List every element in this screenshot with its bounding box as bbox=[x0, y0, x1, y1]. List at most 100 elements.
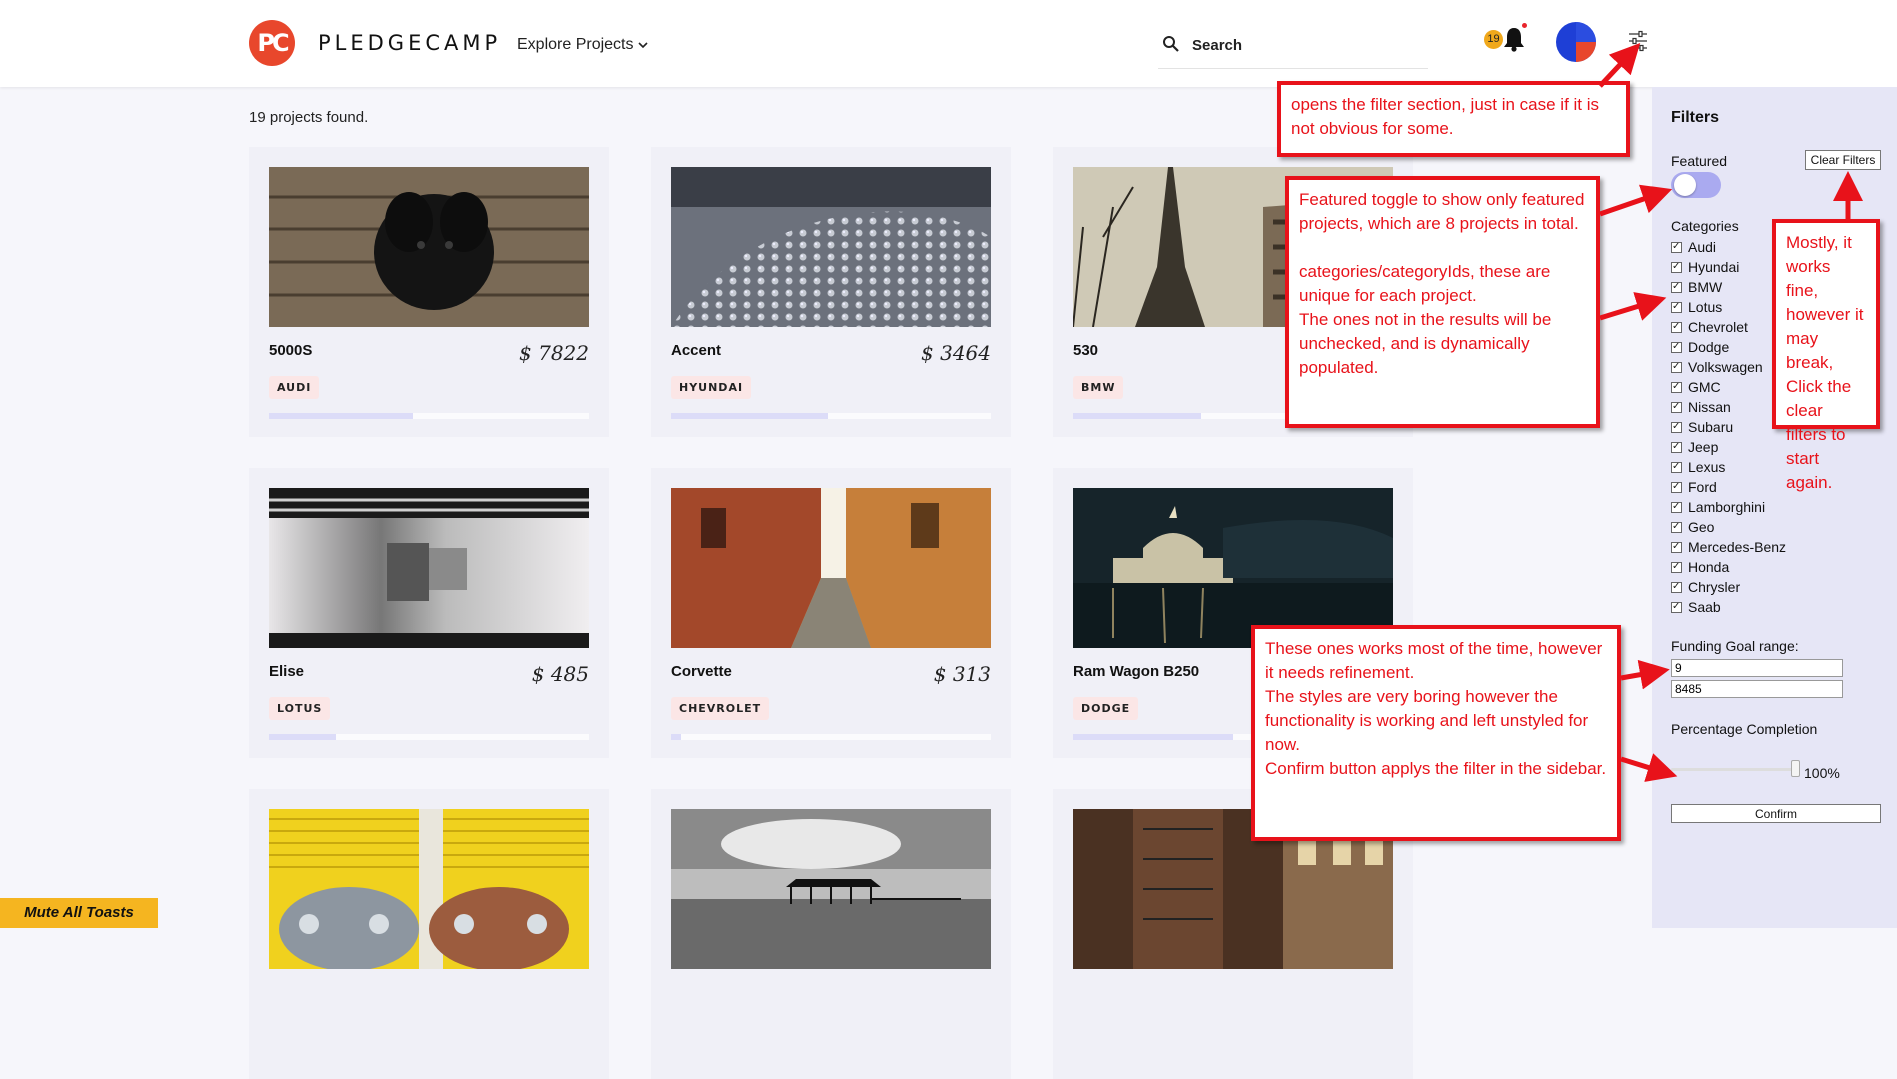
checkbox[interactable] bbox=[1671, 480, 1682, 494]
checkbox[interactable] bbox=[1671, 440, 1682, 454]
featured-label: Featured bbox=[1671, 153, 1728, 169]
category-label: Jeep bbox=[1688, 439, 1719, 455]
category-option[interactable]: Dodge bbox=[1671, 337, 1786, 357]
project-image bbox=[671, 167, 991, 327]
percentage-completion-label: Percentage Completion bbox=[1671, 721, 1818, 737]
annotation-text: Mostly, it works fine, however it may br… bbox=[1786, 233, 1864, 492]
project-name[interactable]: 530 bbox=[1073, 342, 1098, 359]
category-label: Hyundai bbox=[1688, 259, 1740, 275]
category-option[interactable]: Chrysler bbox=[1671, 577, 1786, 597]
category-label: Dodge bbox=[1688, 339, 1730, 355]
project-price: $ 7822 bbox=[519, 341, 589, 365]
project-name[interactable]: Corvette bbox=[671, 663, 732, 680]
progress-bar bbox=[671, 734, 991, 740]
category-option[interactable]: Honda bbox=[1671, 557, 1786, 577]
checkbox[interactable] bbox=[1671, 540, 1682, 554]
checkbox[interactable] bbox=[1671, 420, 1682, 434]
category-label: Volkswagen bbox=[1688, 359, 1763, 375]
project-card[interactable] bbox=[249, 789, 609, 1079]
pledgecamp-logo[interactable]: PC bbox=[249, 20, 295, 66]
categories-list: Audi Hyundai BMW Lotus Chevrolet Dodge V… bbox=[1671, 237, 1786, 617]
checkbox[interactable] bbox=[1671, 280, 1682, 294]
category-option[interactable]: Audi bbox=[1671, 237, 1786, 257]
checkbox[interactable] bbox=[1671, 320, 1682, 334]
progress-bar bbox=[671, 413, 991, 419]
funding-min-input[interactable] bbox=[1671, 659, 1843, 677]
notification-dot bbox=[1522, 23, 1527, 28]
category-option[interactable]: Mercedes-Benz bbox=[1671, 537, 1786, 557]
project-card[interactable]: Corvette $ 313 CHEVROLET bbox=[651, 468, 1011, 758]
notification-count-badge: 19 bbox=[1484, 30, 1503, 49]
filter-sliders-icon[interactable] bbox=[1627, 30, 1649, 52]
project-image bbox=[671, 809, 991, 969]
brand-name[interactable]: PLEDGECAMP bbox=[318, 31, 501, 55]
checkbox[interactable] bbox=[1671, 240, 1682, 254]
explore-projects-dropdown[interactable]: Explore Projects bbox=[517, 36, 648, 54]
funding-max-input[interactable] bbox=[1671, 680, 1843, 698]
category-option[interactable]: Lotus bbox=[1671, 297, 1786, 317]
featured-toggle[interactable] bbox=[1671, 172, 1721, 198]
category-option[interactable]: Volkswagen bbox=[1671, 357, 1786, 377]
project-name[interactable]: Accent bbox=[671, 342, 721, 359]
checkbox[interactable] bbox=[1671, 360, 1682, 374]
category-tag: BMW bbox=[1073, 376, 1124, 399]
progress-fill bbox=[671, 734, 681, 740]
checkbox[interactable] bbox=[1671, 300, 1682, 314]
annotation-text: Featured toggle to show only featured pr… bbox=[1299, 190, 1585, 377]
checkbox[interactable] bbox=[1671, 520, 1682, 534]
bell-icon[interactable] bbox=[1503, 26, 1525, 52]
project-image bbox=[269, 488, 589, 648]
category-label: BMW bbox=[1688, 279, 1723, 295]
category-option[interactable]: Jeep bbox=[1671, 437, 1786, 457]
checkbox[interactable] bbox=[1671, 340, 1682, 354]
checkbox[interactable] bbox=[1671, 500, 1682, 514]
confirm-button[interactable]: Confirm bbox=[1671, 804, 1881, 823]
category-option[interactable]: Saab bbox=[1671, 597, 1786, 617]
category-label: Lotus bbox=[1688, 299, 1723, 315]
mute-all-toasts-button[interactable]: Mute All Toasts bbox=[0, 898, 158, 928]
category-label: Saab bbox=[1688, 599, 1721, 615]
category-option[interactable]: Chevrolet bbox=[1671, 317, 1786, 337]
search-box[interactable] bbox=[1158, 30, 1428, 69]
project-name[interactable]: Ram Wagon B250 bbox=[1073, 663, 1199, 680]
category-option[interactable]: Nissan bbox=[1671, 397, 1786, 417]
checkbox[interactable] bbox=[1671, 260, 1682, 274]
categories-label: Categories bbox=[1671, 218, 1739, 234]
category-option[interactable]: Subaru bbox=[1671, 417, 1786, 437]
category-option[interactable]: Lexus bbox=[1671, 457, 1786, 477]
percentage-value: 100% bbox=[1804, 765, 1840, 781]
checkbox[interactable] bbox=[1671, 580, 1682, 594]
checkbox[interactable] bbox=[1671, 460, 1682, 474]
category-option[interactable]: GMC bbox=[1671, 377, 1786, 397]
slider-thumb[interactable] bbox=[1791, 760, 1800, 777]
category-option[interactable]: Hyundai bbox=[1671, 257, 1786, 277]
user-avatar[interactable] bbox=[1556, 22, 1596, 62]
checkbox[interactable] bbox=[1671, 380, 1682, 394]
category-option[interactable]: Lamborghini bbox=[1671, 497, 1786, 517]
category-label: Honda bbox=[1688, 559, 1730, 575]
project-card[interactable] bbox=[651, 789, 1011, 1079]
progress-fill bbox=[1073, 734, 1233, 740]
annotation-funding-confirm: These ones works most of the time, howev… bbox=[1251, 625, 1621, 841]
project-name[interactable]: Elise bbox=[269, 663, 304, 680]
checkbox[interactable] bbox=[1671, 560, 1682, 574]
project-card[interactable]: 5000S $ 7822 AUDI bbox=[249, 147, 609, 437]
search-input[interactable] bbox=[1190, 36, 1414, 55]
checkbox[interactable] bbox=[1671, 400, 1682, 414]
explore-label: Explore Projects bbox=[517, 36, 634, 53]
category-option[interactable]: Geo bbox=[1671, 517, 1786, 537]
project-card[interactable]: Elise $ 485 LOTUS bbox=[249, 468, 609, 758]
category-option[interactable]: Ford bbox=[1671, 477, 1786, 497]
percentage-slider[interactable] bbox=[1671, 768, 1796, 771]
project-price: $ 3464 bbox=[921, 341, 991, 365]
category-tag: LOTUS bbox=[269, 697, 331, 720]
project-card[interactable]: Accent $ 3464 HYUNDAI bbox=[651, 147, 1011, 437]
category-tag: CHEVROLET bbox=[671, 697, 770, 720]
category-tag: AUDI bbox=[269, 376, 320, 399]
category-option[interactable]: BMW bbox=[1671, 277, 1786, 297]
project-image bbox=[671, 488, 991, 648]
checkbox[interactable] bbox=[1671, 600, 1682, 614]
project-name[interactable]: 5000S bbox=[269, 342, 312, 359]
category-label: Mercedes-Benz bbox=[1688, 539, 1787, 555]
clear-filters-button[interactable]: Clear Filters bbox=[1805, 150, 1881, 170]
